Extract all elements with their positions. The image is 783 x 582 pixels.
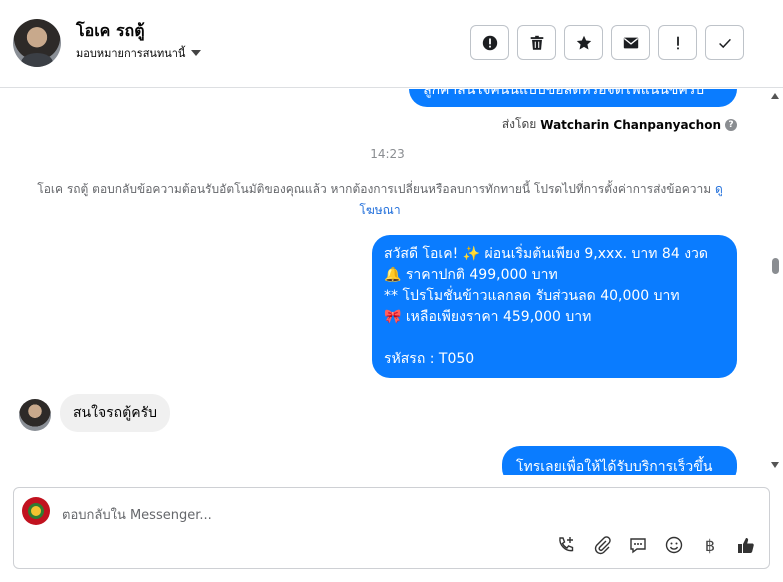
incoming-message[interactable]: สนใจรถตู้ครับ xyxy=(60,394,171,432)
exclamation-icon xyxy=(676,36,679,49)
outgoing-message[interactable]: โทรเลยเพื่อให้ได้รับบริการเร็วขึ้น xyxy=(502,446,737,475)
sent-by-prefix: ส่งโดย xyxy=(501,117,537,131)
contact-avatar[interactable] xyxy=(13,19,61,67)
exclamation-circle-icon xyxy=(482,35,497,50)
contact-name[interactable]: โอเค รถตู้ xyxy=(76,19,145,44)
message-text: ลูกค้าสนใจคันนี้แบบขอสดหรือจัดไฟแนนซ์ครั… xyxy=(423,89,705,98)
spam-button[interactable] xyxy=(658,25,697,60)
scroll-thumb[interactable] xyxy=(772,258,779,274)
page-avatar xyxy=(22,497,50,525)
emoji-icon[interactable] xyxy=(663,534,685,556)
comment-icon[interactable] xyxy=(627,534,649,556)
reply-input[interactable]: ตอบกลับใน Messenger... xyxy=(62,504,212,525)
assign-label: มอบหมายการสนทนานี้ xyxy=(76,47,186,60)
message-timestamp: 14:23 xyxy=(370,147,405,161)
outgoing-message[interactable]: ลูกค้าสนใจคันนี้แบบขอสดหรือจัดไฟแนนซ์ครั… xyxy=(409,89,737,107)
message-line: 🔔 ราคาปกติ 499,000 บาท xyxy=(384,267,558,283)
outgoing-message[interactable]: สวัสดี โอเค! ✨ ผ่อนเริ่มต้นเพียง 9,xxx. … xyxy=(372,235,737,378)
sent-by-line: ส่งโดย Watcharin Chanpanyachon ? xyxy=(502,115,737,134)
assign-conversation-dropdown[interactable]: มอบหมายการสนทนานี้ xyxy=(76,44,202,62)
paperclip-icon[interactable] xyxy=(591,534,613,556)
info-icon[interactable]: ? xyxy=(725,118,737,131)
sent-by-name: Watcharin Chanpanyachon xyxy=(540,117,721,132)
message-line: สวัสดี โอเค! ✨ ผ่อนเริ่มต้นเพียง 9,xxx. … xyxy=(384,246,708,262)
mail-button[interactable] xyxy=(611,25,650,60)
auto-reply-notice: โอเค รถตู้ ตอบกลับข้อความต้อนรับอัตโนมัต… xyxy=(30,179,730,221)
thumbs-up-icon[interactable] xyxy=(735,534,757,556)
message-text: สนใจรถตู้ครับ xyxy=(73,405,158,421)
chevron-down-icon xyxy=(191,50,202,56)
message-text: โทรเลยเพื่อให้ได้รับบริการเร็วขึ้น xyxy=(516,459,713,475)
trash-icon xyxy=(530,35,543,50)
composer-actions: ฿ xyxy=(555,534,757,556)
thread-scrollbar[interactable] xyxy=(769,89,783,475)
message-thread[interactable]: ลูกค้าสนใจคันนี้แบบขอสดหรือจัดไฟแนนซ์ครั… xyxy=(0,89,783,475)
contact-avatar-small[interactable] xyxy=(19,399,51,431)
check-icon xyxy=(718,38,731,48)
done-button[interactable] xyxy=(705,25,744,60)
message-line: รหัสรถ : T050 xyxy=(384,351,475,367)
scroll-up-arrow-icon[interactable] xyxy=(771,93,779,99)
scroll-down-arrow-icon[interactable] xyxy=(771,462,779,468)
reply-composer[interactable]: ตอบกลับใน Messenger... ฿ xyxy=(13,487,770,569)
header-toolbar xyxy=(470,25,744,60)
message-line: 🎀 เหลือเพียงราคา 459,000 บาท xyxy=(384,309,592,325)
auto-reply-text: โอเค รถตู้ ตอบกลับข้อความต้อนรับอัตโนมัต… xyxy=(37,182,712,196)
message-line xyxy=(384,328,725,349)
delete-button[interactable] xyxy=(517,25,556,60)
envelope-icon xyxy=(623,37,638,48)
star-icon xyxy=(576,35,591,49)
message-line: ** โปรโมชั่นข้าวแลกลด รับส่วนลด 40,000 บ… xyxy=(384,288,680,304)
baht-icon[interactable]: ฿ xyxy=(699,534,721,556)
star-button[interactable] xyxy=(564,25,603,60)
phone-add-icon[interactable] xyxy=(555,534,577,556)
alert-button[interactable] xyxy=(470,25,509,60)
conversation-header: โอเค รถตู้ มอบหมายการสนทนานี้ xyxy=(0,0,783,88)
